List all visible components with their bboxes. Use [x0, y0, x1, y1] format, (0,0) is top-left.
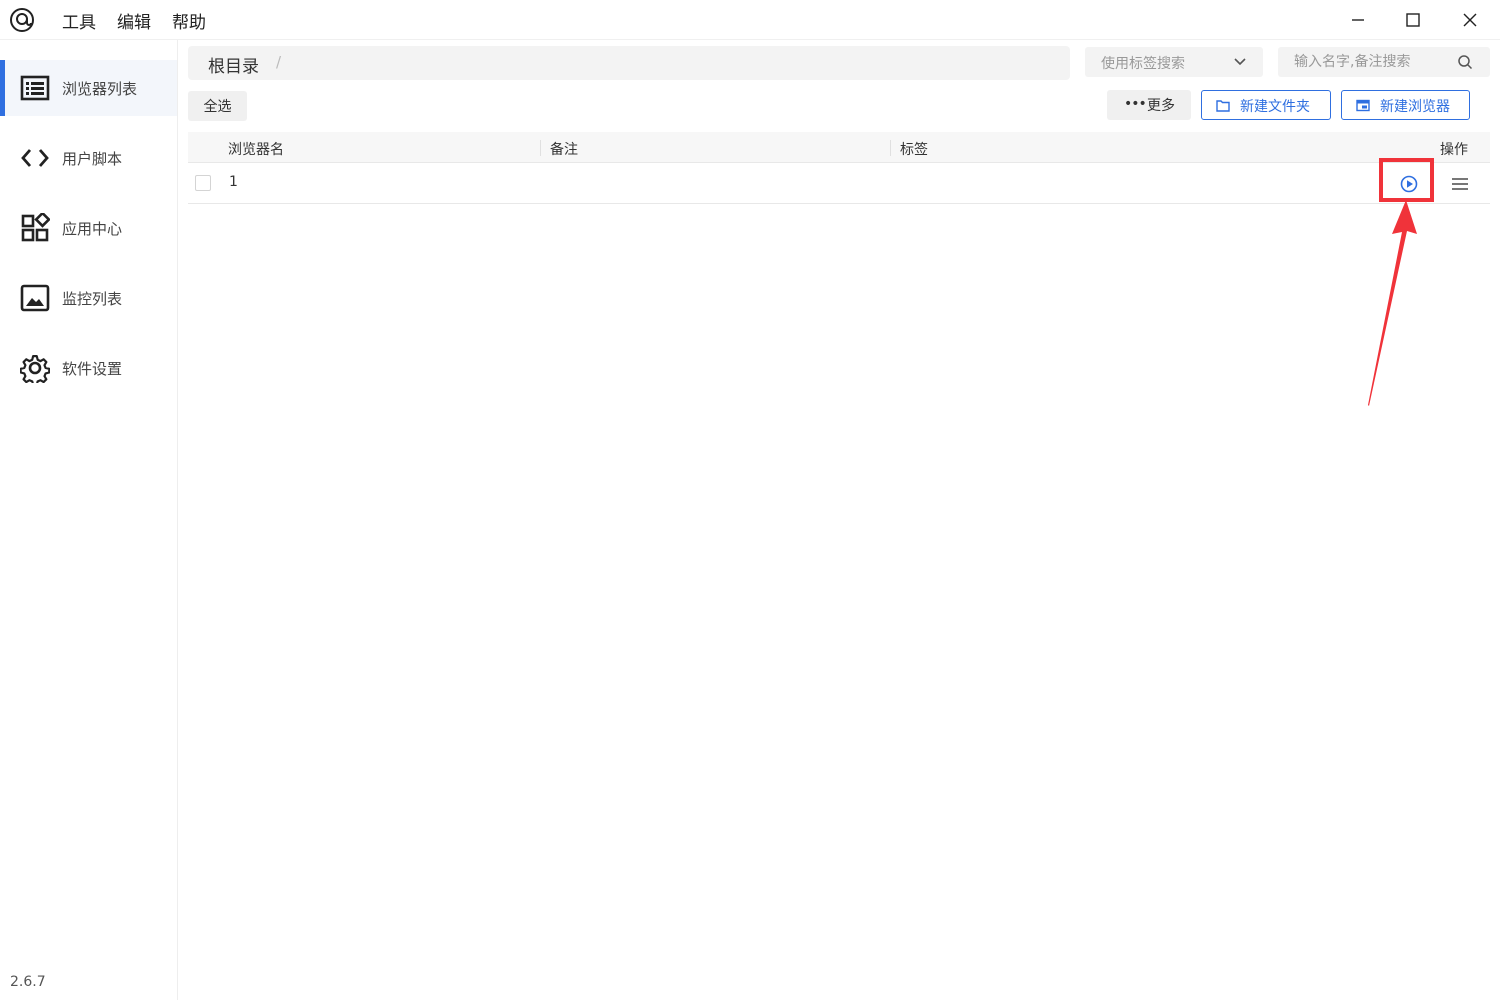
column-divider[interactable] — [890, 140, 891, 156]
annotation-highlight-box — [1379, 158, 1434, 202]
sidebar-item-label: 浏览器列表 — [62, 79, 138, 98]
close-button[interactable] — [1448, 4, 1492, 36]
table-header: 浏览器名 备注 标签 操作 — [188, 132, 1490, 163]
new-folder-button[interactable]: 新建文件夹 — [1201, 90, 1331, 120]
breadcrumb-root[interactable]: 根目录 — [208, 52, 259, 77]
tag-search-placeholder: 使用标签搜索 — [1101, 56, 1185, 72]
apps-icon — [21, 213, 50, 242]
sidebar-item-label: 监控列表 — [62, 289, 123, 308]
more-button[interactable]: ••• 更多 — [1107, 90, 1191, 120]
new-browser-label: 新建浏览器 — [1380, 99, 1450, 115]
folder-icon — [1216, 100, 1230, 112]
image-icon — [20, 284, 50, 312]
sidebar-item-label: 软件设置 — [62, 359, 123, 378]
maximize-button[interactable] — [1391, 4, 1435, 36]
browser-window-icon — [1356, 99, 1370, 112]
column-header-actions: 操作 — [1440, 142, 1468, 158]
list-icon — [20, 75, 50, 101]
title-bar: 工具 编辑 帮助 — [0, 0, 1500, 40]
table-row[interactable]: 1 — [188, 163, 1490, 204]
new-folder-label: 新建文件夹 — [1240, 99, 1310, 115]
sidebar: 浏览器列表 用户脚本 应用中心 监控列表 软件设置 2.6.7 — [0, 40, 178, 1000]
more-dots-icon: ••• — [1124, 96, 1147, 112]
column-header-note[interactable]: 备注 — [550, 139, 578, 159]
breadcrumb: 根目录 / — [188, 46, 1070, 80]
chevron-down-icon — [1234, 58, 1246, 66]
more-button-label: 更多 — [1147, 98, 1175, 114]
maximize-icon — [1406, 13, 1420, 27]
new-browser-button[interactable]: 新建浏览器 — [1341, 90, 1470, 120]
minimize-button[interactable] — [1336, 4, 1380, 36]
column-header-tags[interactable]: 标签 — [900, 139, 928, 159]
sidebar-item-label: 应用中心 — [62, 219, 123, 238]
app-logo-icon — [10, 8, 34, 32]
sidebar-item-user-scripts[interactable]: 用户脚本 — [0, 130, 177, 186]
tag-search-select[interactable]: 使用标签搜索 — [1085, 47, 1263, 77]
sidebar-item-software-settings[interactable]: 软件设置 — [0, 340, 177, 396]
row-browser-name: 1 — [229, 174, 238, 190]
sidebar-item-app-center[interactable]: 应用中心 — [0, 200, 177, 256]
search-icon[interactable] — [1457, 54, 1473, 70]
menu-edit[interactable]: 编辑 — [117, 8, 151, 33]
row-checkbox[interactable] — [195, 175, 211, 191]
column-header-browser-name[interactable]: 浏览器名 — [228, 139, 284, 159]
gear-icon — [20, 355, 50, 383]
sidebar-item-monitor-list[interactable]: 监控列表 — [0, 270, 177, 326]
menu-tools[interactable]: 工具 — [62, 8, 96, 33]
sidebar-item-browser-list[interactable]: 浏览器列表 — [0, 60, 177, 116]
close-icon — [1463, 13, 1477, 27]
breadcrumb-separator: / — [276, 53, 282, 71]
menu-help[interactable]: 帮助 — [172, 8, 206, 33]
column-divider[interactable] — [540, 140, 541, 156]
annotation-arrow-icon — [1368, 200, 1417, 406]
select-all-button[interactable]: 全选 — [188, 91, 247, 121]
hamburger-menu-icon[interactable] — [1450, 175, 1470, 193]
minimize-icon — [1352, 19, 1364, 21]
sidebar-item-label: 用户脚本 — [62, 149, 123, 168]
version-label: 2.6.7 — [10, 974, 46, 990]
code-icon — [21, 149, 49, 167]
